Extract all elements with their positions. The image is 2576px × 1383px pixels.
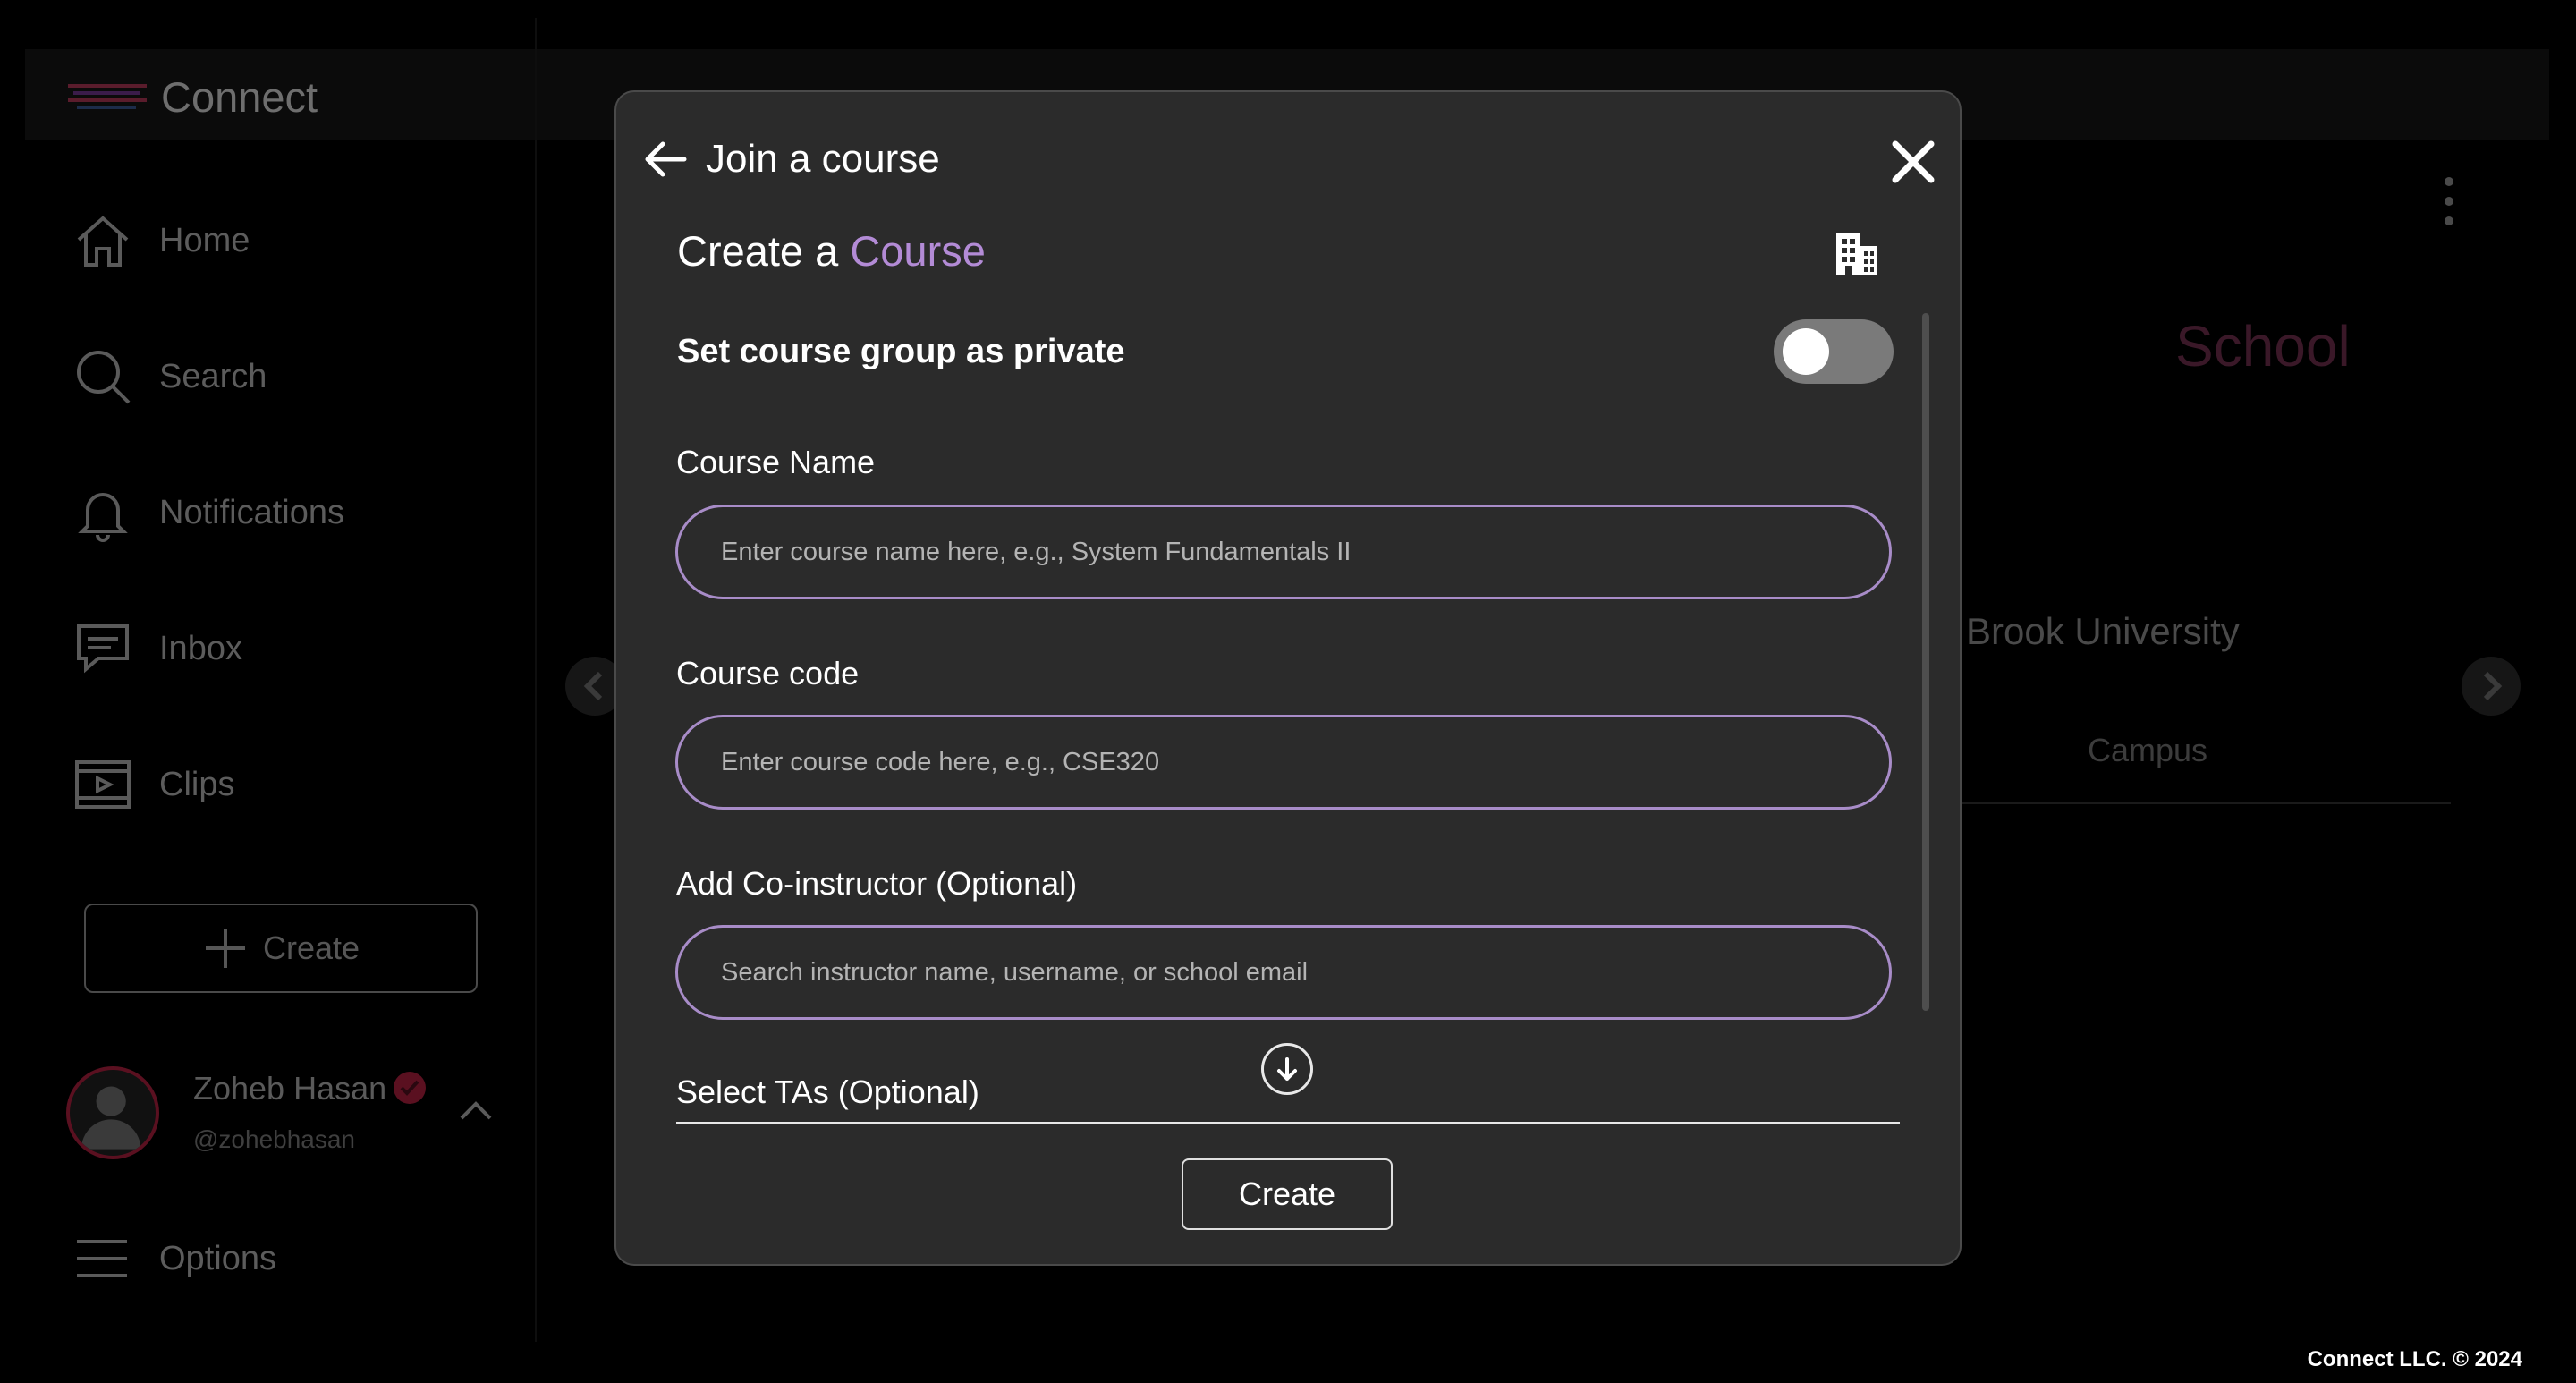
chevron-left-icon	[583, 671, 603, 701]
toggle-knob	[1783, 328, 1829, 375]
building-icon[interactable]	[1833, 230, 1881, 278]
menu-icon	[77, 1240, 127, 1277]
background-university-label: ny Brook University	[1916, 610, 2240, 652]
sidebar-item-label: Search	[159, 357, 267, 395]
select-tas-label: Select TAs (Optional)	[676, 1073, 979, 1110]
course-name-field[interactable]	[675, 505, 1892, 599]
chevron-up-icon[interactable]	[456, 1091, 496, 1131]
connect-logo-icon	[68, 84, 147, 109]
course-name-input[interactable]	[719, 536, 1889, 568]
home-icon	[77, 216, 129, 267]
sidebar-item-label: Clips	[159, 765, 235, 803]
coinstructor-search-input[interactable]	[719, 956, 1889, 988]
private-toggle-label: Set course group as private	[677, 332, 1125, 370]
sidebar-create-label: Create	[262, 929, 360, 966]
verified-badge-icon	[394, 1072, 426, 1104]
brand[interactable]: Connect	[64, 70, 318, 123]
sidebar-item-clips[interactable]: Clips	[72, 744, 234, 825]
profile-handle: @zohebhasan	[193, 1125, 356, 1153]
inbox-icon	[77, 624, 129, 674]
course-code-label: Course code	[676, 655, 860, 692]
coinstructor-search-field[interactable]	[675, 925, 1892, 1020]
brand-name: Connect	[161, 72, 318, 121]
sidebar-item-notifications[interactable]: Notifications	[72, 472, 344, 553]
sidebar-item-label: Inbox	[159, 629, 242, 667]
private-toggle-row: Set course group as private	[677, 316, 1894, 387]
background-school-label: School	[2175, 314, 2351, 378]
scroll-down-button[interactable]	[1261, 1043, 1313, 1095]
background-tab-underline	[1959, 802, 2451, 804]
sidebar-item-search[interactable]: Search	[72, 336, 267, 417]
private-toggle-switch[interactable]	[1774, 319, 1894, 384]
sidebar-divider	[535, 18, 537, 1342]
course-name-label-visible: Course Name	[676, 444, 876, 480]
search-icon	[77, 351, 131, 404]
arrow-down-icon	[1277, 1057, 1297, 1081]
back-to-join-course-button[interactable]: Join a course	[641, 135, 940, 183]
profile-name: Zoheb Hasan	[193, 1070, 387, 1107]
course-code-input[interactable]	[719, 746, 1889, 778]
sidebar-create-button[interactable]: Create	[84, 904, 478, 993]
close-button[interactable]	[1890, 139, 1936, 185]
clips-icon	[75, 760, 131, 809]
modal-title: Create a Course	[677, 226, 986, 276]
sidebar-item-options[interactable]: Options	[72, 1218, 276, 1299]
sidebar-item-label: Home	[159, 221, 250, 259]
course-code-field[interactable]	[675, 715, 1892, 810]
chevron-right-icon	[2483, 671, 2503, 701]
modal-title-prefix: Create a	[677, 227, 839, 275]
avatar[interactable]	[66, 1066, 159, 1159]
arrow-left-icon	[645, 141, 687, 177]
sidebar-item-label: Options	[159, 1239, 276, 1277]
bell-icon	[78, 493, 128, 542]
more-options-icon[interactable]	[2442, 177, 2456, 231]
back-label: Join a course	[706, 137, 940, 181]
sidebar-item-home[interactable]: Home	[72, 200, 250, 281]
profile-card[interactable]: Zoheb Hasan @zohebhasan	[66, 1056, 504, 1172]
close-icon	[1892, 140, 1935, 183]
carousel-next-button[interactable]	[2462, 657, 2521, 716]
create-course-button[interactable]: Create	[1182, 1158, 1393, 1230]
modal-scrollbar[interactable]	[1922, 313, 1929, 1011]
modal-title-accent: Course	[850, 227, 986, 275]
sidebar-item-inbox[interactable]: Inbox	[72, 608, 242, 689]
background-tab-campus[interactable]: Campus	[2088, 732, 2207, 769]
coinstructor-label: Add Co-instructor (Optional)	[676, 865, 1078, 902]
sidebar-item-label: Notifications	[159, 493, 344, 531]
plus-icon	[205, 929, 245, 968]
footer-copyright: Connect LLC. © 2024	[2307, 1347, 2522, 1371]
user-avatar-icon	[80, 1086, 141, 1150]
